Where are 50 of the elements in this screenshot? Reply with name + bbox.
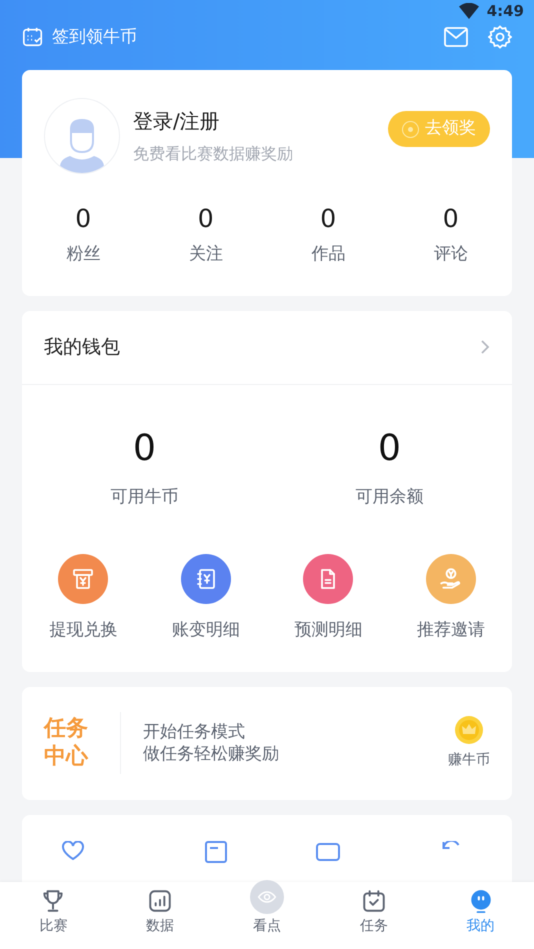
nav-tab[interactable]: 数据 [106, 882, 214, 949]
calendar-icon [22, 26, 44, 48]
nav-tab[interactable]: 比赛 [0, 882, 107, 949]
screen-icon [316, 840, 340, 860]
balance-label: 可用余额 [356, 486, 424, 508]
stat-value: 0 [75, 204, 92, 234]
action-label: 推荐邀请 [416, 619, 485, 642]
balance-label: 可用牛币 [110, 486, 178, 508]
task-description: 做任务轻松赚奖励 [143, 743, 279, 765]
earn-coins-label: 赚牛币 [448, 750, 490, 770]
balance-value: 0 [133, 426, 156, 470]
stat-label[interactable]: 作品 [311, 242, 346, 268]
wallet-action[interactable]: 推荐邀请 [390, 554, 512, 644]
wifi-icon [458, 3, 479, 20]
profile-subtitle: 免费看比赛数据赚奖励 [133, 143, 293, 165]
note-icon [204, 840, 227, 862]
atm-icon [71, 567, 96, 591]
heart-icon [61, 840, 86, 860]
wallet-title: 我的钱包 [44, 334, 120, 360]
status-time: 4:49 [486, 1, 524, 22]
settings-icon[interactable] [488, 25, 512, 50]
stat-label[interactable]: 粉丝 [66, 242, 100, 268]
stat-label[interactable]: 关注 [188, 242, 223, 268]
nav-tab[interactable]: 任务 [320, 882, 428, 949]
wallet-header[interactable]: 我的钱包 [22, 310, 512, 384]
wallet-action[interactable]: 账变明细 [144, 554, 267, 644]
wallet-action[interactable]: 提现兑换 [22, 554, 144, 644]
wallet-action[interactable]: 预测明细 [267, 554, 390, 644]
nav-tab[interactable]: 看点 [214, 874, 320, 949]
task-center-title: 任务中心 [44, 715, 90, 771]
stat-label[interactable]: 评论 [434, 242, 468, 268]
nav-tab[interactable]: 我的 [427, 882, 534, 949]
check-in-button[interactable]: 签到领牛币 [22, 24, 137, 50]
coin-icon [402, 120, 419, 138]
action-label: 账变明细 [172, 619, 240, 642]
calendar-check-icon [360, 888, 387, 914]
bar-chart-icon [147, 888, 174, 914]
action-label: 提现兑换 [49, 619, 118, 642]
task-description: 开始任务模式 [143, 721, 246, 743]
stat-value: 0 [320, 204, 336, 234]
action-label: 预测明细 [294, 619, 362, 642]
mail-icon[interactable] [444, 26, 468, 48]
chevron-right-icon [480, 339, 490, 355]
stat-value: 0 [198, 204, 214, 234]
avatar[interactable] [44, 98, 120, 174]
task-center-card[interactable]: 任务中心 开始任务模式 做任务轻松赚奖励 赚牛币 [22, 686, 512, 800]
balance-value: 0 [378, 426, 401, 470]
stat-value: 0 [442, 204, 459, 234]
login-register-link[interactable]: 登录/注册 [133, 106, 293, 136]
crown-coin-icon [455, 716, 483, 744]
